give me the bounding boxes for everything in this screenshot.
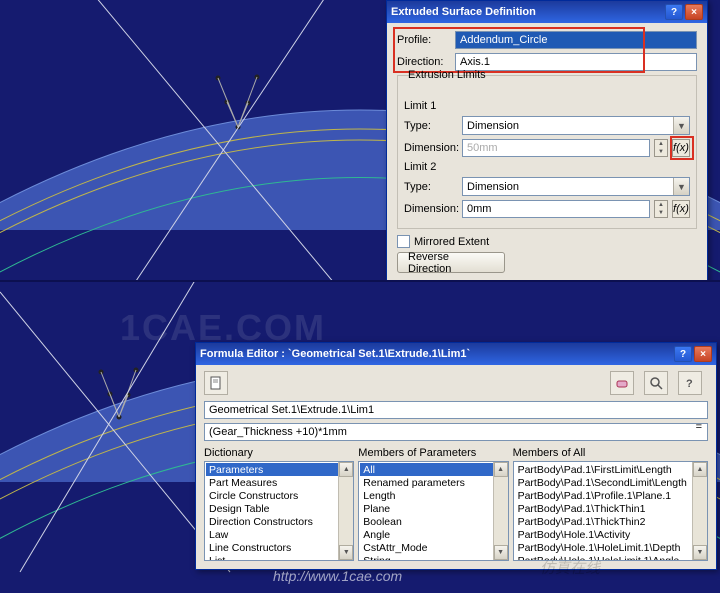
profile-label: Profile: — [397, 34, 451, 46]
close-button[interactable]: × — [685, 4, 703, 20]
list-item[interactable]: String — [360, 554, 506, 561]
list-item[interactable]: Part Measures — [206, 476, 352, 489]
limit1-formula-button[interactable]: f(x) — [672, 139, 690, 157]
dictionary-header: Dictionary — [204, 447, 354, 459]
question-icon: ? — [683, 376, 697, 390]
limit1-type-label: Type: — [404, 120, 458, 132]
members-all-listbox[interactable]: PartBody\Pad.1\FirstLimit\Length PartBod… — [513, 461, 708, 561]
scroll-up-icon[interactable]: ▲ — [693, 462, 707, 477]
help-button[interactable]: ? — [665, 4, 683, 20]
limit2-dim-label: Dimension: — [404, 203, 458, 215]
list-item[interactable]: Law — [206, 528, 352, 541]
list-item[interactable]: Angle — [360, 528, 506, 541]
profile-field[interactable]: Addendum_Circle — [455, 31, 697, 49]
list-item[interactable]: List — [206, 554, 352, 561]
members-all-header: Members of All — [513, 447, 708, 459]
mirrored-extent-checkbox[interactable] — [397, 235, 410, 248]
list-item[interactable]: PartBody\Pad.1\Profile.1\Plane.1 — [515, 489, 706, 502]
import-button[interactable] — [204, 371, 228, 395]
limit2-dim-field[interactable]: 0mm — [462, 200, 650, 218]
search-button[interactable] — [644, 371, 668, 395]
magnifier-icon — [649, 376, 663, 390]
list-item[interactable]: Line Constructors — [206, 541, 352, 554]
scrollbar[interactable]: ▲ ▼ — [493, 462, 508, 560]
chevron-down-icon: ▼ — [673, 117, 689, 134]
limit1-dim-field[interactable]: 50mm — [462, 139, 650, 157]
list-item[interactable]: Design Table — [206, 502, 352, 515]
catia-viewport-top[interactable]: Extruded Surface Definition ? × Profile:… — [0, 0, 720, 280]
limit2-formula-button[interactable]: f(x) — [672, 200, 690, 218]
dialog-title: Extruded Surface Definition — [391, 6, 665, 18]
scroll-down-icon[interactable]: ▼ — [693, 545, 707, 560]
scroll-down-icon[interactable]: ▼ — [339, 545, 353, 560]
direction-label: Direction: — [397, 56, 451, 68]
list-item[interactable]: PartBody\Pad.1\SecondLimit\Length — [515, 476, 706, 489]
dialog-title: Formula Editor : `Geometrical Set.1\Extr… — [200, 348, 674, 360]
question-button[interactable]: ? — [678, 371, 702, 395]
scrollbar[interactable]: ▲ ▼ — [338, 462, 353, 560]
list-item[interactable]: PartBody\Pad.1\ThickThin2 — [515, 515, 706, 528]
extrusion-limits-group: Extrusion Limits Limit 1 Type: Dimension… — [397, 75, 697, 229]
mirrored-extent-label: Mirrored Extent — [414, 236, 489, 248]
scroll-down-icon[interactable]: ▼ — [494, 545, 508, 560]
scroll-up-icon[interactable]: ▲ — [339, 462, 353, 477]
list-item[interactable]: Direction Constructors — [206, 515, 352, 528]
list-item[interactable]: Renamed parameters — [360, 476, 506, 489]
formula-editor-dialog: Formula Editor : `Geometrical Set.1\Extr… — [195, 342, 717, 570]
list-item[interactable]: Length — [360, 489, 506, 502]
list-item[interactable]: PartBody\Hole.1\HoleLimit.1\Angle — [515, 554, 706, 561]
list-item[interactable]: Boolean — [360, 515, 506, 528]
list-item[interactable]: Parameters — [206, 463, 352, 476]
members-params-listbox[interactable]: All Renamed parameters Length Plane Bool… — [358, 461, 508, 561]
list-item[interactable]: PartBody\Hole.1\Activity — [515, 528, 706, 541]
list-item[interactable]: Circle Constructors — [206, 489, 352, 502]
equals-label: = — [696, 421, 702, 433]
parameter-path-field[interactable]: Geometrical Set.1\Extrude.1\Lim1 — [204, 401, 708, 419]
limit1-header: Limit 1 — [404, 100, 690, 112]
formula-expression-field[interactable]: (Gear_Thickness +10)*1mm — [204, 423, 708, 441]
help-button[interactable]: ? — [674, 346, 692, 362]
chevron-down-icon: ▼ — [673, 178, 689, 195]
svg-text:?: ? — [686, 378, 693, 390]
extruded-surface-definition-dialog: Extruded Surface Definition ? × Profile:… — [386, 0, 708, 280]
dialog-titlebar[interactable]: Formula Editor : `Geometrical Set.1\Extr… — [196, 343, 716, 365]
list-item[interactable]: PartBody\Hole.1\HoleLimit.1\Depth — [515, 541, 706, 554]
limit2-dim-spinner[interactable]: ▲▼ — [654, 200, 668, 218]
reverse-direction-button[interactable]: Reverse Direction — [397, 252, 505, 273]
limit1-dim-label: Dimension: — [404, 142, 458, 154]
eraser-button[interactable] — [610, 371, 634, 395]
limit2-type-combo[interactable]: Dimension ▼ — [462, 177, 690, 196]
dictionary-listbox[interactable]: Parameters Part Measures Circle Construc… — [204, 461, 354, 561]
limit2-header: Limit 2 — [404, 161, 690, 173]
list-item[interactable]: PartBody\Pad.1\ThickThin1 — [515, 502, 706, 515]
dialog-titlebar[interactable]: Extruded Surface Definition ? × — [387, 1, 707, 23]
list-item[interactable]: CstAttr_Mode — [360, 541, 506, 554]
direction-field[interactable]: Axis.1 — [455, 53, 697, 71]
close-button[interactable]: × — [694, 346, 712, 362]
limit1-type-value: Dimension — [463, 120, 673, 132]
limit2-type-label: Type: — [404, 181, 458, 193]
list-item[interactable]: PartBody\Pad.1\FirstLimit\Length — [515, 463, 706, 476]
limit1-dim-spinner[interactable]: ▲▼ — [654, 139, 668, 157]
list-item[interactable]: Plane — [360, 502, 506, 515]
extrusion-limits-title: Extrusion Limits — [404, 69, 490, 81]
limit1-type-combo[interactable]: Dimension ▼ — [462, 116, 690, 135]
scrollbar[interactable]: ▲ ▼ — [692, 462, 707, 560]
file-icon — [209, 376, 223, 390]
members-params-header: Members of Parameters — [358, 447, 508, 459]
scroll-up-icon[interactable]: ▲ — [494, 462, 508, 477]
list-item[interactable]: All — [360, 463, 506, 476]
limit2-type-value: Dimension — [463, 181, 673, 193]
eraser-icon — [615, 376, 629, 390]
catia-viewport-bottom[interactable]: 1CAE.COM Formula Editor : `Geometrical S… — [0, 280, 720, 593]
